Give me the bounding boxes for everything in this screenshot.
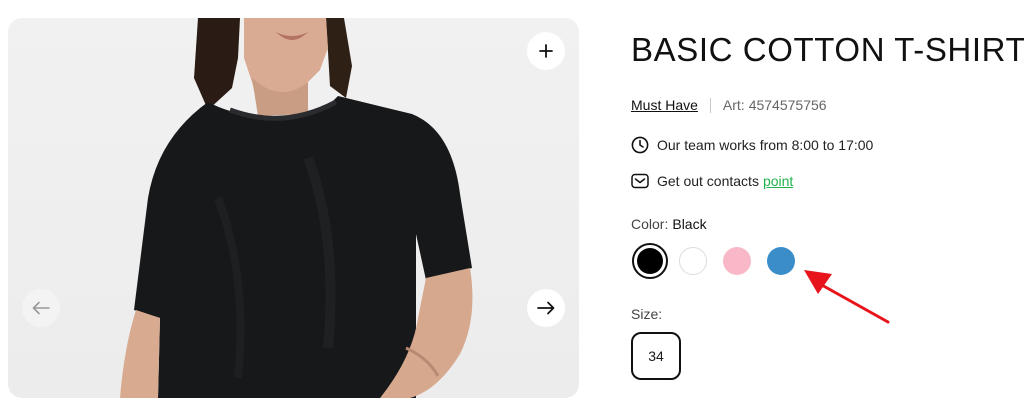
product-photo [120, 18, 473, 398]
working-hours-text: Our team works from 8:00 to 17:00 [657, 137, 874, 153]
color-swatch-black[interactable] [632, 243, 668, 279]
zoom-button[interactable] [527, 32, 565, 70]
size-label: Size: [631, 306, 663, 322]
contacts-row: Get out contacts point [631, 173, 793, 189]
color-swatch-blue[interactable] [767, 247, 795, 275]
color-swatch-white[interactable] [679, 247, 707, 275]
annotation-arrow [804, 270, 890, 324]
article-info: Art: 4574575756 [723, 97, 827, 113]
contacts-point-link[interactable]: point [763, 173, 793, 189]
product-image-gallery [8, 18, 579, 398]
next-image-button[interactable] [527, 289, 565, 327]
product-meta: Must Have Art: 4574575756 [631, 97, 827, 113]
working-hours-row: Our team works from 8:00 to 17:00 [631, 136, 873, 154]
meta-divider [709, 97, 711, 113]
selected-color-name: Black [672, 216, 707, 232]
arrow-right-icon [537, 301, 555, 315]
product-title: BASIC COTTON T-SHIRT [631, 31, 1024, 68]
color-swatch-pink[interactable] [723, 247, 751, 275]
article-number: 4574575756 [748, 97, 827, 113]
mail-icon [631, 173, 649, 189]
contacts-text: Get out contacts [657, 173, 759, 189]
article-label: Art: [722, 97, 745, 113]
plus-icon [539, 44, 553, 58]
collection-link[interactable]: Must Have [631, 97, 698, 113]
arrow-left-icon [32, 301, 50, 315]
clock-icon [631, 136, 649, 154]
previous-image-button[interactable] [22, 289, 60, 327]
color-label: Color: Black [631, 216, 707, 232]
color-label-text: Color: [631, 216, 669, 232]
size-option-34[interactable]: 34 [631, 332, 681, 380]
